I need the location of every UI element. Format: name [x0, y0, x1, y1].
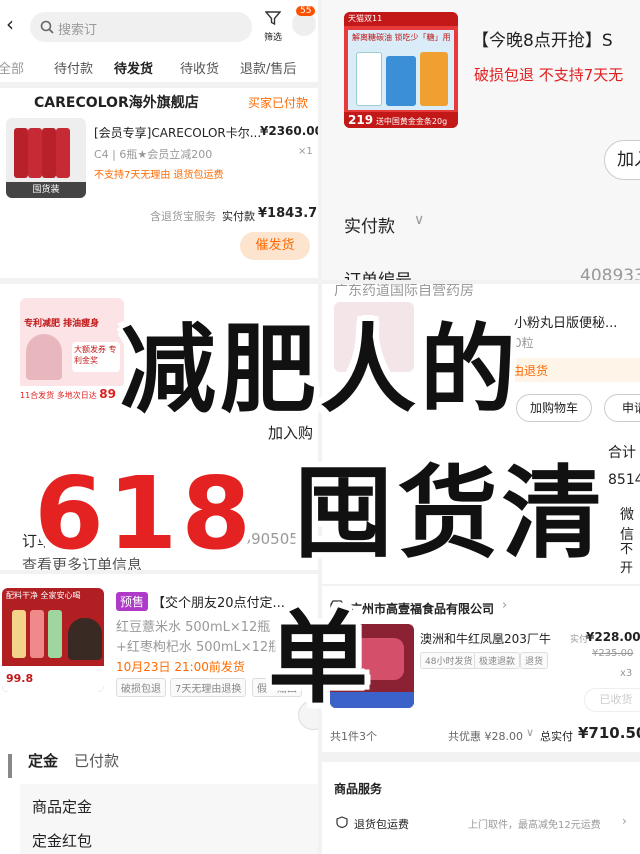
overlay-title-text: 囤货清单 — [268, 455, 606, 717]
tab-pending-receipt[interactable]: 待收货 — [180, 58, 219, 77]
search-input[interactable]: 搜索订 — [30, 12, 252, 42]
banner-note: 送中国黄金金条20g — [375, 117, 448, 126]
product-quantity: ×1 — [298, 146, 313, 157]
banner-badge: 天猫双11 — [344, 12, 458, 26]
overlay-title-number: 618 — [34, 455, 255, 572]
shield-icon — [336, 816, 348, 828]
service-section-title: 商品服务 — [334, 782, 383, 796]
chevron-right-icon[interactable]: › — [622, 814, 627, 828]
search-placeholder: 搜索订 — [58, 23, 98, 38]
back-icon[interactable]: ‹ — [6, 12, 14, 36]
total-paid-amount: ¥710.50 — [578, 724, 640, 742]
order-panel-carecolor: ‹ 搜索订 筛选 55 全部 待付款 待发货 待收货 退款/售后 CARECOL… — [0, 0, 318, 278]
product-image: 解离糖碳油 锁吃少「糖」用 — [348, 30, 454, 110]
deposit-status: 已付款 — [74, 752, 120, 770]
urge-shipment-button[interactable]: 催发货 — [240, 232, 310, 260]
notification-badge: 55 — [296, 6, 316, 16]
add-to-cart-button[interactable]: 加入 — [604, 140, 640, 180]
overlay-title-line2: 618 囤货清单 — [0, 432, 640, 722]
service-label: 含退货宝服务 — [150, 210, 216, 223]
tab-pending-shipment[interactable]: 待发货 — [114, 58, 153, 77]
order-panel-promo: 天猫双11 解离糖碳油 锁吃少「糖」用 219 送中国黄金金条20g 【今晚8点… — [322, 0, 640, 280]
chevron-down-icon[interactable]: ∨ — [526, 726, 534, 739]
product-thumbnail[interactable]: 囤货装 — [6, 118, 86, 198]
divider — [322, 752, 640, 762]
paid-label: 实付款 — [222, 210, 255, 223]
order-tabs: 全部 待付款 待发货 待收货 退款/售后 — [0, 54, 318, 80]
discount-amount: 共优惠 ¥28.00 — [448, 730, 523, 743]
item-count: 共1件3个 — [330, 730, 377, 743]
overlay-title-line1: 减肥人的 — [120, 314, 520, 426]
deposit-red-packet: 定金红包 — [32, 832, 93, 850]
banner-footer: 219 送中国黄金金条20g — [344, 112, 458, 128]
paid-label: 实付款 — [344, 217, 395, 237]
search-icon — [40, 20, 54, 34]
filter-button[interactable]: 筛选 — [260, 10, 286, 43]
banner-slogan: 解离糖碳油 锁吃少「糖」用 — [352, 33, 451, 42]
banner-price: 219 — [348, 113, 374, 127]
paid-amount: ¥1843.78 — [258, 206, 318, 221]
order-number-label: 订单编号 — [344, 266, 412, 280]
order-status: 买家已付款 — [248, 96, 309, 110]
store-icon — [12, 94, 18, 108]
tab-all[interactable]: 全部 — [0, 58, 24, 77]
deposit-label: 定金 — [28, 752, 59, 770]
filter-label: 筛选 — [263, 33, 282, 43]
service-description: 上门取件，最高减免12元运费 — [468, 820, 601, 831]
timeline-marker — [8, 754, 12, 778]
filter-icon — [264, 11, 282, 26]
item-deposit: 商品定金 — [32, 798, 93, 816]
order-number: 408933 — [580, 266, 640, 280]
top-bar: ‹ 搜索订 筛选 55 — [0, 0, 318, 52]
deposit-detail-box: 商品定金 定金红包 — [20, 784, 318, 854]
tab-refund[interactable]: 退款/售后 — [240, 58, 296, 77]
tab-pending-payment[interactable]: 待付款 — [54, 58, 93, 77]
store-name[interactable]: CARECOLOR海外旗舰店 — [34, 92, 199, 112]
service-name[interactable]: 退货包运费 — [354, 816, 409, 832]
product-spec: C4 | 6瓶★会员立减200 — [94, 148, 213, 161]
promo-thumbnail[interactable]: 天猫双11 解离糖碳油 锁吃少「糖」用 219 送中国黄金金条20g — [344, 12, 458, 128]
product-title[interactable]: [会员专享]CARECOLOR卡尔... — [94, 124, 261, 141]
promo-tags: 破损包退 不支持7天无 — [474, 66, 624, 84]
product-price: ¥2360.00 — [260, 124, 318, 138]
product-tags: 不支持7天无理由 退货包运费 — [94, 170, 224, 181]
promo-title[interactable]: 【今晚8点开抢】S — [472, 26, 613, 51]
total-paid-label: 总实付 — [540, 730, 573, 743]
thumbnail-label: 囤货装 — [6, 182, 86, 198]
chevron-down-icon[interactable]: ∨ — [414, 212, 424, 228]
divider — [0, 82, 318, 88]
